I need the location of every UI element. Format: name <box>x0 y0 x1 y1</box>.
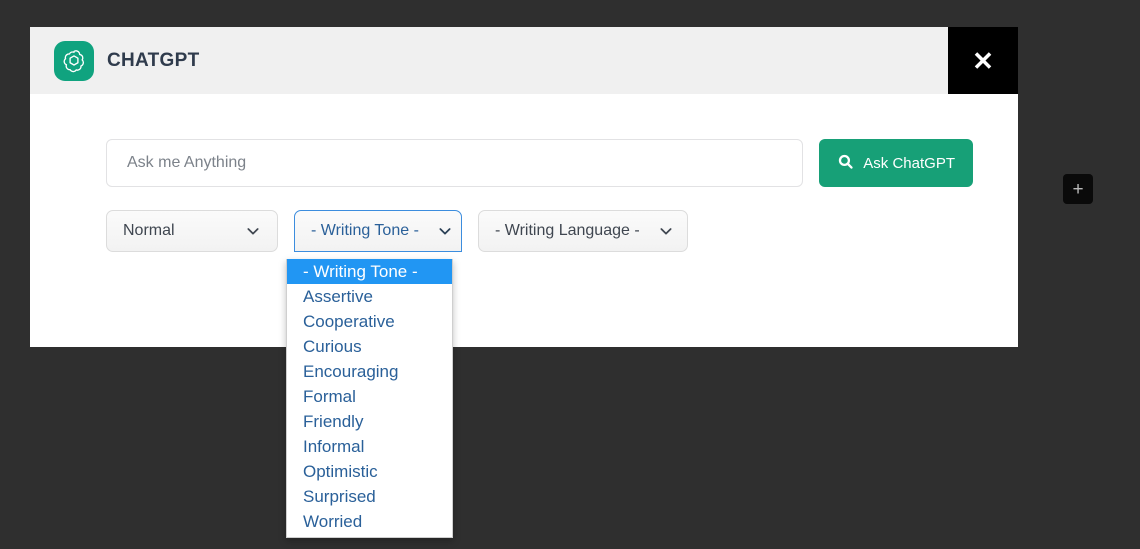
search-icon <box>837 153 854 174</box>
ask-chatgpt-button[interactable]: Ask ChatGPT <box>819 139 973 187</box>
writing-tone-option[interactable]: Assertive <box>287 284 452 309</box>
writing-tone-option[interactable]: Formal <box>287 384 452 409</box>
writing-tone-option[interactable]: Optimistic <box>287 459 452 484</box>
writing-tone-option[interactable]: - Writing Tone - <box>287 259 452 284</box>
brand: CHATGPT <box>30 40 200 81</box>
writing-tone-select[interactable]: - Writing Tone - <box>294 210 462 252</box>
query-row: Ask ChatGPT <box>30 139 1018 187</box>
add-button[interactable]: + <box>1063 174 1093 204</box>
modal-header: CHATGPT ✕ <box>30 27 1018 94</box>
writing-tone-option[interactable]: Cooperative <box>287 309 452 334</box>
ask-chatgpt-button-label: Ask ChatGPT <box>863 154 955 172</box>
chatgpt-modal: CHATGPT ✕ Ask ChatGPT Normal <box>30 27 1018 347</box>
controls-row: Normal - Writing Tone - - Writing Langua… <box>30 210 1018 252</box>
page-title: CHATGPT <box>107 49 200 71</box>
writing-tone-option[interactable]: Encouraging <box>287 359 452 384</box>
chevron-down-icon <box>245 223 261 239</box>
chevron-down-icon <box>658 223 674 239</box>
modal-body: Ask ChatGPT Normal - Writing Tone - - Wr… <box>30 94 1018 347</box>
writing-tone-dropdown-list[interactable]: - Writing Tone - Assertive Cooperative Curi… <box>286 259 453 538</box>
writing-language-select-value: - Writing Language - <box>495 222 640 239</box>
writing-tone-select-value: - Writing Tone - <box>311 222 419 239</box>
close-button[interactable]: ✕ <box>948 27 1018 94</box>
writing-tone-option[interactable]: Curious <box>287 334 452 359</box>
writing-language-select[interactable]: - Writing Language - <box>478 210 688 252</box>
writing-tone-option[interactable]: Surprised <box>287 484 452 509</box>
search-input[interactable] <box>106 139 804 187</box>
chatgpt-logo-icon <box>54 40 94 81</box>
mode-select-value: Normal <box>123 222 175 239</box>
writing-tone-option[interactable]: Worried <box>287 509 452 534</box>
mode-select[interactable]: Normal <box>106 210 278 252</box>
writing-tone-option[interactable]: Informal <box>287 434 452 459</box>
chevron-down-icon <box>437 223 453 239</box>
writing-tone-option[interactable]: Friendly <box>287 409 452 434</box>
